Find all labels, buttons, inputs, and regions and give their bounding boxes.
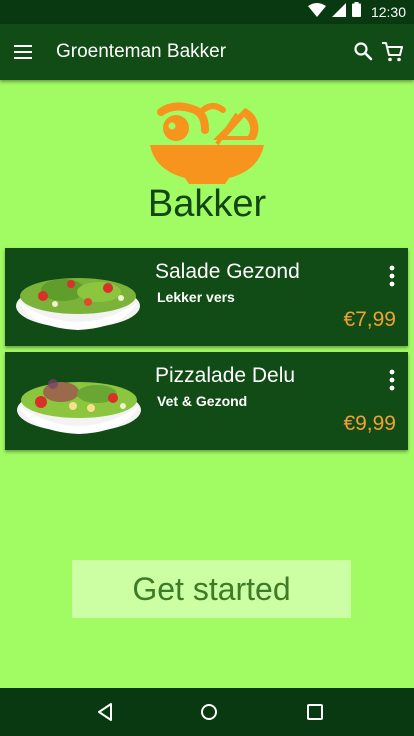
more-vert-icon[interactable] — [386, 368, 398, 392]
status-time: 12:30 — [370, 4, 406, 20]
battery-icon — [351, 2, 361, 22]
cart-icon[interactable] — [381, 40, 405, 64]
recents-icon[interactable] — [303, 700, 327, 724]
salad-image — [13, 258, 143, 336]
app-toolbar: Groenteman Bakker — [0, 24, 414, 80]
system-nav-bar — [0, 688, 414, 736]
product-subtitle: Lekker vers — [157, 289, 235, 305]
status-bar: 12:30 — [0, 0, 414, 24]
product-price: €7,99 — [343, 308, 396, 331]
home-icon[interactable] — [197, 700, 221, 724]
toolbar-title: Groenteman Bakker — [56, 41, 227, 62]
product-card[interactable]: Pizzalade Delu Vet & Gezond €9,99 — [5, 352, 408, 450]
more-vert-icon[interactable] — [386, 264, 398, 288]
back-icon[interactable] — [94, 700, 118, 724]
product-price: €9,99 — [343, 412, 396, 435]
salad-image — [13, 362, 143, 440]
brand-title: Bakker — [147, 183, 267, 225]
wifi-icon — [307, 2, 326, 22]
salad-bowl-logo-icon — [147, 100, 267, 188]
product-card[interactable]: Salade Gezond Lekker vers €7,99 — [5, 248, 408, 346]
signal-icon — [331, 2, 346, 22]
menu-icon[interactable] — [14, 43, 34, 61]
search-icon[interactable] — [353, 41, 375, 63]
product-name: Pizzalade Delu — [155, 364, 296, 387]
get-started-button[interactable]: Get started — [72, 560, 351, 618]
product-subtitle: Vet & Gezond — [157, 393, 248, 409]
product-name: Salade Gezond — [155, 260, 300, 283]
